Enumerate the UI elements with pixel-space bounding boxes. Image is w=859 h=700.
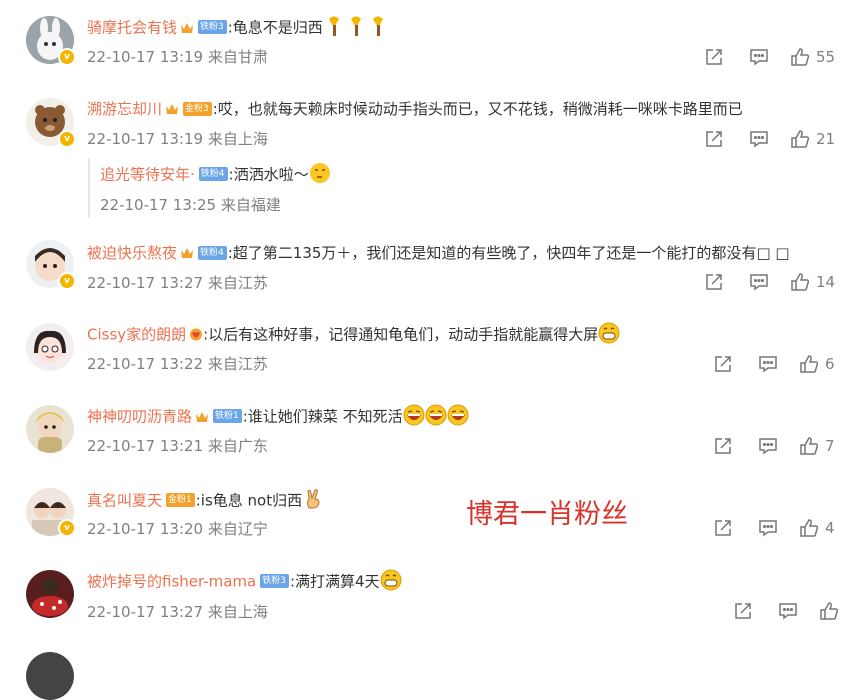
- like-count: 21: [816, 130, 836, 148]
- like-icon[interactable]: [790, 129, 810, 149]
- location: 来自上海: [207, 603, 268, 621]
- reply-username[interactable]: 追光等待安年·: [100, 166, 195, 184]
- comment-meta: 22-10-17 13:20 来自辽宁: [87, 519, 268, 539]
- location: 来自福建: [220, 196, 281, 214]
- share-icon[interactable]: [713, 518, 733, 538]
- fan-badge: 铁粉4: [198, 167, 228, 181]
- comment-icon[interactable]: [749, 272, 769, 292]
- fan-badge: 铁粉3: [260, 574, 289, 588]
- comment-icon[interactable]: [758, 518, 778, 538]
- laugh-emoji: [447, 404, 469, 426]
- timestamp: 22-10-17 13:27: [87, 274, 204, 292]
- timestamp: 22-10-17 13:27: [87, 603, 204, 621]
- username[interactable]: 真名叫夏天: [87, 492, 162, 510]
- comment-text: :龟息不是归西: [227, 18, 323, 37]
- timestamp: 22-10-17 13:21: [87, 437, 204, 455]
- location: 来自广东: [207, 437, 268, 455]
- like-count: 14: [816, 273, 836, 291]
- comment-text: :以后有这种好事，记得通知龟龟们，动动手指就能赢得大屏: [203, 325, 599, 344]
- timestamp: 22-10-17 13:19: [87, 48, 204, 66]
- like-icon[interactable]: [799, 518, 819, 538]
- verified-icon: v: [58, 272, 76, 290]
- comment-icon[interactable]: [758, 354, 778, 374]
- crown-icon: [196, 411, 209, 422]
- like-icon[interactable]: [799, 354, 819, 374]
- location: 来自上海: [207, 130, 268, 148]
- comment-meta: 22-10-17 13:27 来自上海: [87, 602, 268, 622]
- username[interactable]: 溯游忘却川: [87, 100, 162, 118]
- comment-text: :满打满算4天: [289, 572, 380, 591]
- share-icon[interactable]: [713, 436, 733, 456]
- timestamp: 22-10-17 13:22: [87, 355, 204, 373]
- crown-icon: [181, 22, 194, 33]
- location: 来自甘肃: [207, 48, 268, 66]
- like-icon[interactable]: [790, 47, 810, 67]
- timestamp: 22-10-17 13:20: [87, 520, 204, 538]
- grin-emoji: [380, 569, 402, 591]
- username[interactable]: 被迫快乐熬夜: [87, 244, 177, 262]
- crown-icon: [181, 248, 194, 258]
- comment-meta: 22-10-17 13:27 来自江苏: [87, 273, 268, 293]
- share-icon[interactable]: [713, 354, 733, 374]
- comment-meta: 22-10-17 13:22 来自江苏: [87, 354, 268, 374]
- torch-emoji: [345, 15, 367, 37]
- like-icon[interactable]: [819, 601, 839, 621]
- fan-badge: 金粉3: [183, 101, 212, 116]
- comment-text: :谁让她们辣菜 不知死活: [242, 407, 403, 426]
- reply-meta: 22-10-17 13:25 来自福建: [100, 195, 281, 215]
- like-icon[interactable]: [799, 436, 819, 456]
- like-count: 6: [825, 355, 835, 373]
- torch-emoji: [367, 15, 389, 37]
- comment-icon[interactable]: [778, 601, 798, 621]
- comment-text: :is龟息 not归西: [195, 491, 303, 510]
- like-count: 4: [825, 519, 835, 537]
- comment-icon[interactable]: [758, 436, 778, 456]
- comment-meta: 22-10-17 13:21 来自广东: [87, 436, 268, 456]
- username[interactable]: 神神叨叨沥青路: [87, 408, 192, 426]
- comment-meta: 22-10-17 13:19 来自甘肃: [87, 47, 268, 67]
- avatar[interactable]: [26, 652, 74, 700]
- heart-badge-icon: [190, 328, 203, 340]
- location: 来自江苏: [207, 355, 268, 373]
- watermark-text: 博君一肖粉丝: [466, 499, 628, 530]
- think-emoji: [309, 162, 331, 184]
- avatar[interactable]: [26, 570, 74, 618]
- reply-thread: 追光等待安年· 铁粉4:洒洒水啦～ 22-10-17 13:25 来自福建: [88, 158, 790, 218]
- crown-icon: [166, 104, 179, 114]
- reply-text: :洒洒水啦～: [228, 165, 309, 184]
- share-icon[interactable]: [704, 129, 724, 149]
- timestamp: 22-10-17 13:19: [87, 130, 204, 148]
- comment-text: :超了第二135万＋，我们还是知道的有些晚了，快四年了还是一个能打的都没有□ □: [227, 244, 790, 262]
- comment-icon[interactable]: [749, 129, 769, 149]
- verified-icon: v: [58, 519, 76, 537]
- share-icon[interactable]: [733, 601, 753, 621]
- username[interactable]: 被炸掉号的fisher-mama: [87, 573, 256, 591]
- location: 来自江苏: [207, 274, 268, 292]
- avatar[interactable]: [26, 323, 74, 371]
- share-icon[interactable]: [704, 47, 724, 67]
- victory-hand-emoji: [302, 488, 324, 510]
- grin-emoji: [598, 322, 620, 344]
- fan-badge: 铁粉4: [198, 245, 227, 260]
- fan-badge: 铁粉1: [213, 409, 242, 423]
- like-icon[interactable]: [790, 272, 810, 292]
- like-count: 55: [816, 48, 836, 66]
- like-count: 7: [825, 437, 835, 455]
- torch-emoji: [323, 15, 345, 37]
- comment-icon[interactable]: [749, 47, 769, 67]
- avatar[interactable]: [26, 405, 74, 453]
- share-icon[interactable]: [704, 272, 724, 292]
- comment-meta: 22-10-17 13:19 来自上海: [87, 129, 268, 149]
- laugh-emoji: [403, 404, 425, 426]
- username[interactable]: 骑摩托会有钱: [87, 19, 177, 37]
- location: 来自辽宁: [207, 520, 268, 538]
- fan-badge: 铁粉3: [198, 20, 227, 34]
- comment-text: :哎，也就每天赖床时候动动手指头而已，又不花钱，稍微消耗一咪咪卡路里而已: [212, 100, 743, 118]
- timestamp: 22-10-17 13:25: [100, 196, 217, 214]
- username[interactable]: Cissy家的朗朗: [87, 326, 186, 344]
- verified-icon: v: [58, 48, 76, 66]
- fan-badge: 金粉1: [166, 493, 195, 507]
- laugh-emoji: [425, 404, 447, 426]
- verified-icon: v: [58, 130, 76, 148]
